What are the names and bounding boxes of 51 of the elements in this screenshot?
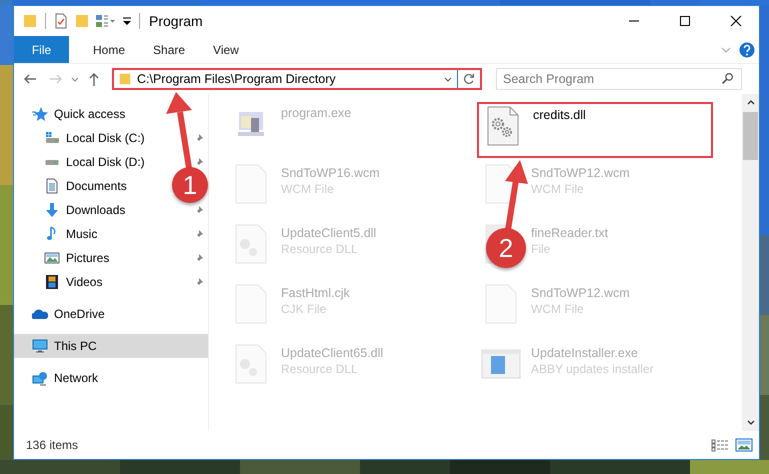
network-icon <box>32 370 48 386</box>
folder-icon <box>118 71 132 87</box>
close-icon <box>730 15 742 27</box>
document-icon <box>44 178 60 194</box>
file-icon <box>235 164 267 204</box>
sidebar-label[interactable]: Music <box>66 227 98 241</box>
properties-icon[interactable] <box>53 13 69 29</box>
download-arrow-icon <box>44 202 60 218</box>
sidebar-label[interactable]: Local Disk (C:) <box>66 131 145 145</box>
settings-file-icon <box>235 344 267 384</box>
address-bar[interactable]: C:\Program Files\Program Directory <box>112 68 482 90</box>
annotation-arrow <box>505 160 528 230</box>
sidebar-label[interactable]: Documents <box>66 179 127 193</box>
search-icon <box>721 72 734 85</box>
help-icon[interactable] <box>739 42 755 58</box>
large-icons-view-icon[interactable] <box>735 438 753 452</box>
sidebar-label[interactable]: Quick access <box>54 107 126 121</box>
item-count: 136 items <box>26 438 78 452</box>
window-title: Program <box>149 13 203 29</box>
maximize-icon <box>679 15 691 27</box>
selected-sidebar-item[interactable]: This PC <box>14 334 208 358</box>
monitor-icon <box>32 338 48 354</box>
film-icon <box>44 274 60 290</box>
details-view-icon[interactable] <box>711 438 729 452</box>
picture-icon <box>44 250 60 266</box>
settings-file-icon <box>487 106 519 146</box>
refresh-icon[interactable] <box>462 72 476 86</box>
sidebar-label[interactable]: This PC <box>54 339 97 353</box>
settings-file-icon <box>235 224 267 264</box>
ribbon-tab[interactable]: View <box>199 36 253 63</box>
file-icon <box>235 284 267 324</box>
expand-ribbon-icon[interactable] <box>721 44 731 54</box>
sidebar-label[interactable]: Videos <box>66 275 102 289</box>
sidebar-label[interactable]: Pictures <box>66 251 110 265</box>
ribbon-tab[interactable]: Home <box>79 36 140 63</box>
drive-icon <box>44 158 60 166</box>
sidebar-label[interactable]: Local Disk (D:) <box>66 155 145 169</box>
star-icon <box>32 106 48 122</box>
drive-icon <box>44 130 60 146</box>
search-field[interactable]: Search Program <box>496 68 742 90</box>
sidebar-label[interactable]: Network <box>54 371 98 385</box>
view-dropdown-icon[interactable] <box>95 13 117 29</box>
file-icon <box>485 284 517 324</box>
scrollbar-thumb[interactable] <box>743 112 758 160</box>
scrollbar[interactable] <box>742 94 759 431</box>
ribbon-tab[interactable]: Share <box>139 36 200 63</box>
sidebar-label[interactable]: OneDrive <box>54 307 105 321</box>
file-menu-tab[interactable]: File <box>14 36 69 63</box>
sidebar-label[interactable]: Downloads <box>66 203 126 217</box>
file-name[interactable]: credits.dll <box>533 108 586 122</box>
installer-icon <box>481 348 521 380</box>
